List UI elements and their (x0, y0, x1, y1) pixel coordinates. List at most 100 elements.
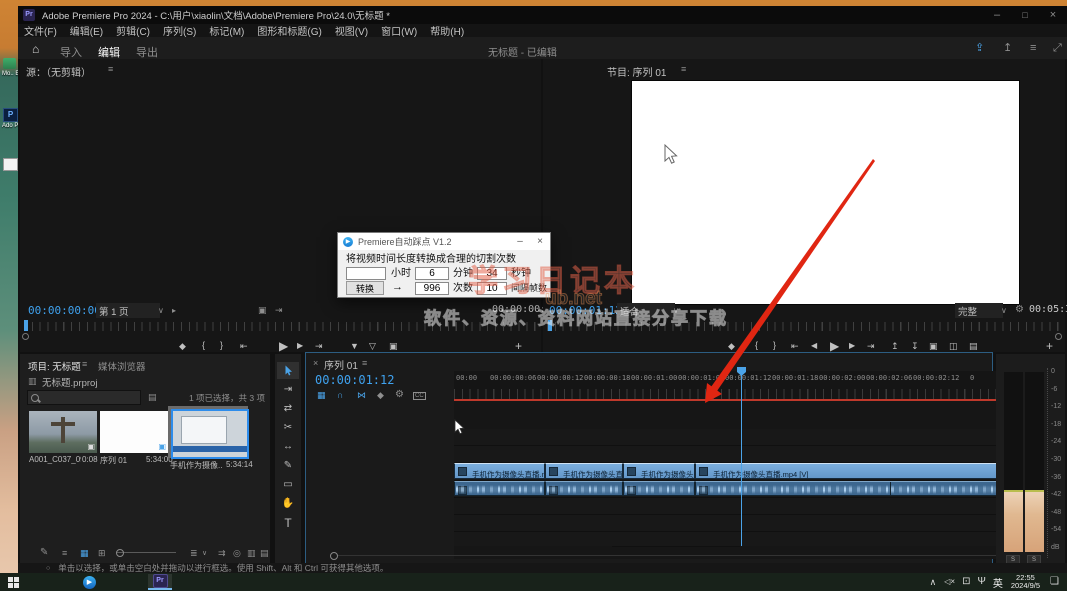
timeline-panel-menu-icon[interactable]: ≡ (362, 359, 367, 368)
program-export-frame-icon[interactable]: ▣ (929, 342, 938, 351)
source-page-flyout-icon[interactable]: ▸ (172, 307, 176, 315)
audio-clip-1[interactable] (454, 481, 545, 496)
source-drag-video-icon[interactable]: ▣ (258, 306, 267, 315)
hscroll-handle-left[interactable] (330, 552, 338, 560)
menu-view[interactable]: 视图(V) (335, 23, 368, 38)
tool-rectangle[interactable]: ▭ (277, 476, 299, 493)
menu-sequence[interactable]: 序列(S) (163, 23, 196, 38)
project-item-video-selected[interactable] (168, 406, 249, 459)
program-zoom-dropdown-icon[interactable]: ∨ (673, 307, 679, 315)
program-monitor-tab[interactable]: 节目: 序列 01 (607, 64, 666, 79)
linked-selection-icon[interactable]: ⋈ (357, 391, 366, 400)
hours-input[interactable] (346, 267, 386, 280)
home-icon[interactable]: ⌂ (32, 43, 39, 55)
program-ruler[interactable] (547, 322, 1059, 331)
list-view-icon[interactable]: ≡ (62, 549, 67, 558)
program-step-back-icon[interactable]: ◀ (811, 342, 817, 350)
source-page-dropdown-icon[interactable]: ∨ (158, 307, 164, 315)
source-drag-audio-icon[interactable]: ⇥ (275, 306, 283, 315)
menu-help[interactable]: 帮助(H) (430, 23, 464, 38)
playhead-line[interactable] (741, 373, 742, 546)
source-mark-in-icon[interactable]: { (202, 341, 205, 350)
program-add-marker-icon[interactable]: ◆ (728, 342, 735, 351)
menu-edit[interactable]: 编辑(E) (70, 23, 103, 38)
source-mark-out-icon[interactable]: } (220, 341, 223, 350)
sort-icon[interactable]: ≣ (190, 549, 198, 558)
project-tab[interactable]: 项目: 无标题 (28, 359, 81, 373)
new-item-icon[interactable]: ▤ (260, 549, 269, 558)
program-multicam-icon[interactable]: ▤ (969, 342, 978, 351)
source-timecode[interactable]: 00:00:00:00 (28, 304, 101, 317)
tool-slip[interactable]: ↔ (277, 438, 299, 455)
clock[interactable]: 22:55 2024/9/5 (1011, 574, 1040, 590)
track-lane-v3[interactable] (454, 429, 1004, 446)
readonly-pencil-icon[interactable]: ✎ (40, 548, 48, 558)
program-mark-in-icon[interactable]: { (755, 341, 758, 350)
program-go-to-out-icon[interactable]: ⇥ (867, 342, 875, 351)
program-compare-icon[interactable]: ◫ (949, 342, 958, 351)
dialog-close-button[interactable]: × (530, 236, 550, 247)
timeline-ruler[interactable]: 00:00 00:00:00:06 00:00:00:12 00:00:00:1… (454, 371, 1004, 399)
program-button-editor-icon[interactable]: + (1046, 340, 1053, 352)
display-icon[interactable]: ⊡ (962, 577, 970, 587)
program-extract-icon[interactable]: ↧ (911, 342, 919, 351)
project-item-video-name[interactable]: 手机作为摄像... (170, 460, 222, 471)
program-scroll-handle-right[interactable] (1055, 333, 1062, 340)
source-overwrite-icon[interactable]: ▽ (369, 342, 376, 351)
menu-graphics[interactable]: 图形和标题(G) (257, 23, 321, 38)
media-browser-tab[interactable]: 媒体浏览器 (98, 359, 146, 373)
source-monitor-tab[interactable]: 源：（无剪辑） (26, 64, 91, 79)
timeline-tab[interactable]: 序列 01 (324, 357, 358, 372)
sort-dropdown-icon[interactable]: ∨ (202, 550, 207, 557)
source-scroll-handle-left[interactable] (22, 333, 29, 340)
share-icon[interactable]: ↥ (1003, 43, 1012, 54)
dialog-minimize-button[interactable]: – (510, 236, 530, 247)
tool-pen[interactable]: ✎ (277, 457, 299, 474)
hscroll-track[interactable] (338, 555, 998, 556)
taskbar-premiere-icon[interactable]: Pr (148, 574, 172, 590)
fullscreen-icon[interactable]: ⤢ (1053, 43, 1062, 54)
source-go-to-in-icon[interactable]: ⇤ (240, 342, 248, 351)
icon-view-icon[interactable]: ▦ (80, 549, 89, 558)
zoom-slider-knob[interactable] (116, 549, 124, 557)
timeline-marker-icon[interactable]: ◆ (377, 391, 384, 400)
program-lift-icon[interactable]: ↥ (891, 342, 899, 351)
source-go-to-out-icon[interactable]: ⇥ (315, 342, 323, 351)
count-input[interactable] (415, 282, 449, 295)
program-step-forward-icon[interactable]: ▶ (849, 342, 855, 350)
tray-mic-icon[interactable]: Ψ (977, 577, 985, 587)
program-settings-wrench-icon[interactable]: ⚙ (1015, 305, 1024, 315)
tool-hand[interactable]: ✋ (277, 495, 299, 512)
project-panel-menu-icon[interactable]: ≡ (82, 360, 87, 369)
video-clip-3[interactable]: 手机作为摄像头直播.mp (623, 463, 695, 479)
source-playhead[interactable] (24, 320, 28, 331)
program-timecode[interactable]: 00:00:01:12 (549, 304, 622, 317)
source-ruler[interactable] (24, 322, 537, 331)
desktop-icon-file[interactable] (3, 158, 18, 171)
video-clip-2[interactable]: 手机作为摄像头直播.mp (545, 463, 623, 479)
project-item-sequence-name[interactable]: 序列 01 (100, 455, 140, 466)
notification-icon[interactable]: ❏ (1050, 577, 1059, 587)
source-page-select[interactable]: 第 1 页 (96, 303, 160, 318)
tab-import[interactable]: 导入 (60, 44, 82, 60)
project-item-photo-name[interactable]: A001_C037_0921PG_.. (29, 455, 81, 464)
new-bin-icon[interactable]: ▥ (247, 549, 256, 558)
project-item-photo[interactable]: ▣ (29, 411, 97, 453)
menu-markers[interactable]: 标记(M) (209, 23, 244, 38)
captions-icon[interactable]: CC (413, 392, 426, 400)
audio-clip-2[interactable] (545, 481, 623, 496)
minimize-button[interactable]: – (983, 9, 1011, 21)
source-button-editor-icon[interactable]: + (515, 340, 522, 352)
workspaces-icon[interactable]: ≡ (1030, 43, 1036, 54)
timeline-settings-wrench-icon[interactable]: ⚙ (395, 390, 404, 400)
project-file-name[interactable]: 无标题.prproj (42, 375, 97, 389)
source-step-forward-icon[interactable]: ▶ (297, 342, 303, 350)
tool-track-select[interactable]: ⇥ (277, 381, 299, 398)
timeline-tab-close-icon[interactable]: × (313, 359, 318, 368)
program-zoom-select[interactable]: 适合 (617, 303, 675, 318)
minutes-input[interactable] (415, 267, 449, 280)
tool-type[interactable]: T (277, 514, 299, 531)
title-bar[interactable]: Pr Adobe Premiere Pro 2024 - C:\用户\xiaol… (18, 6, 1067, 24)
close-button[interactable]: × (1039, 9, 1067, 21)
start-button[interactable] (8, 576, 19, 588)
